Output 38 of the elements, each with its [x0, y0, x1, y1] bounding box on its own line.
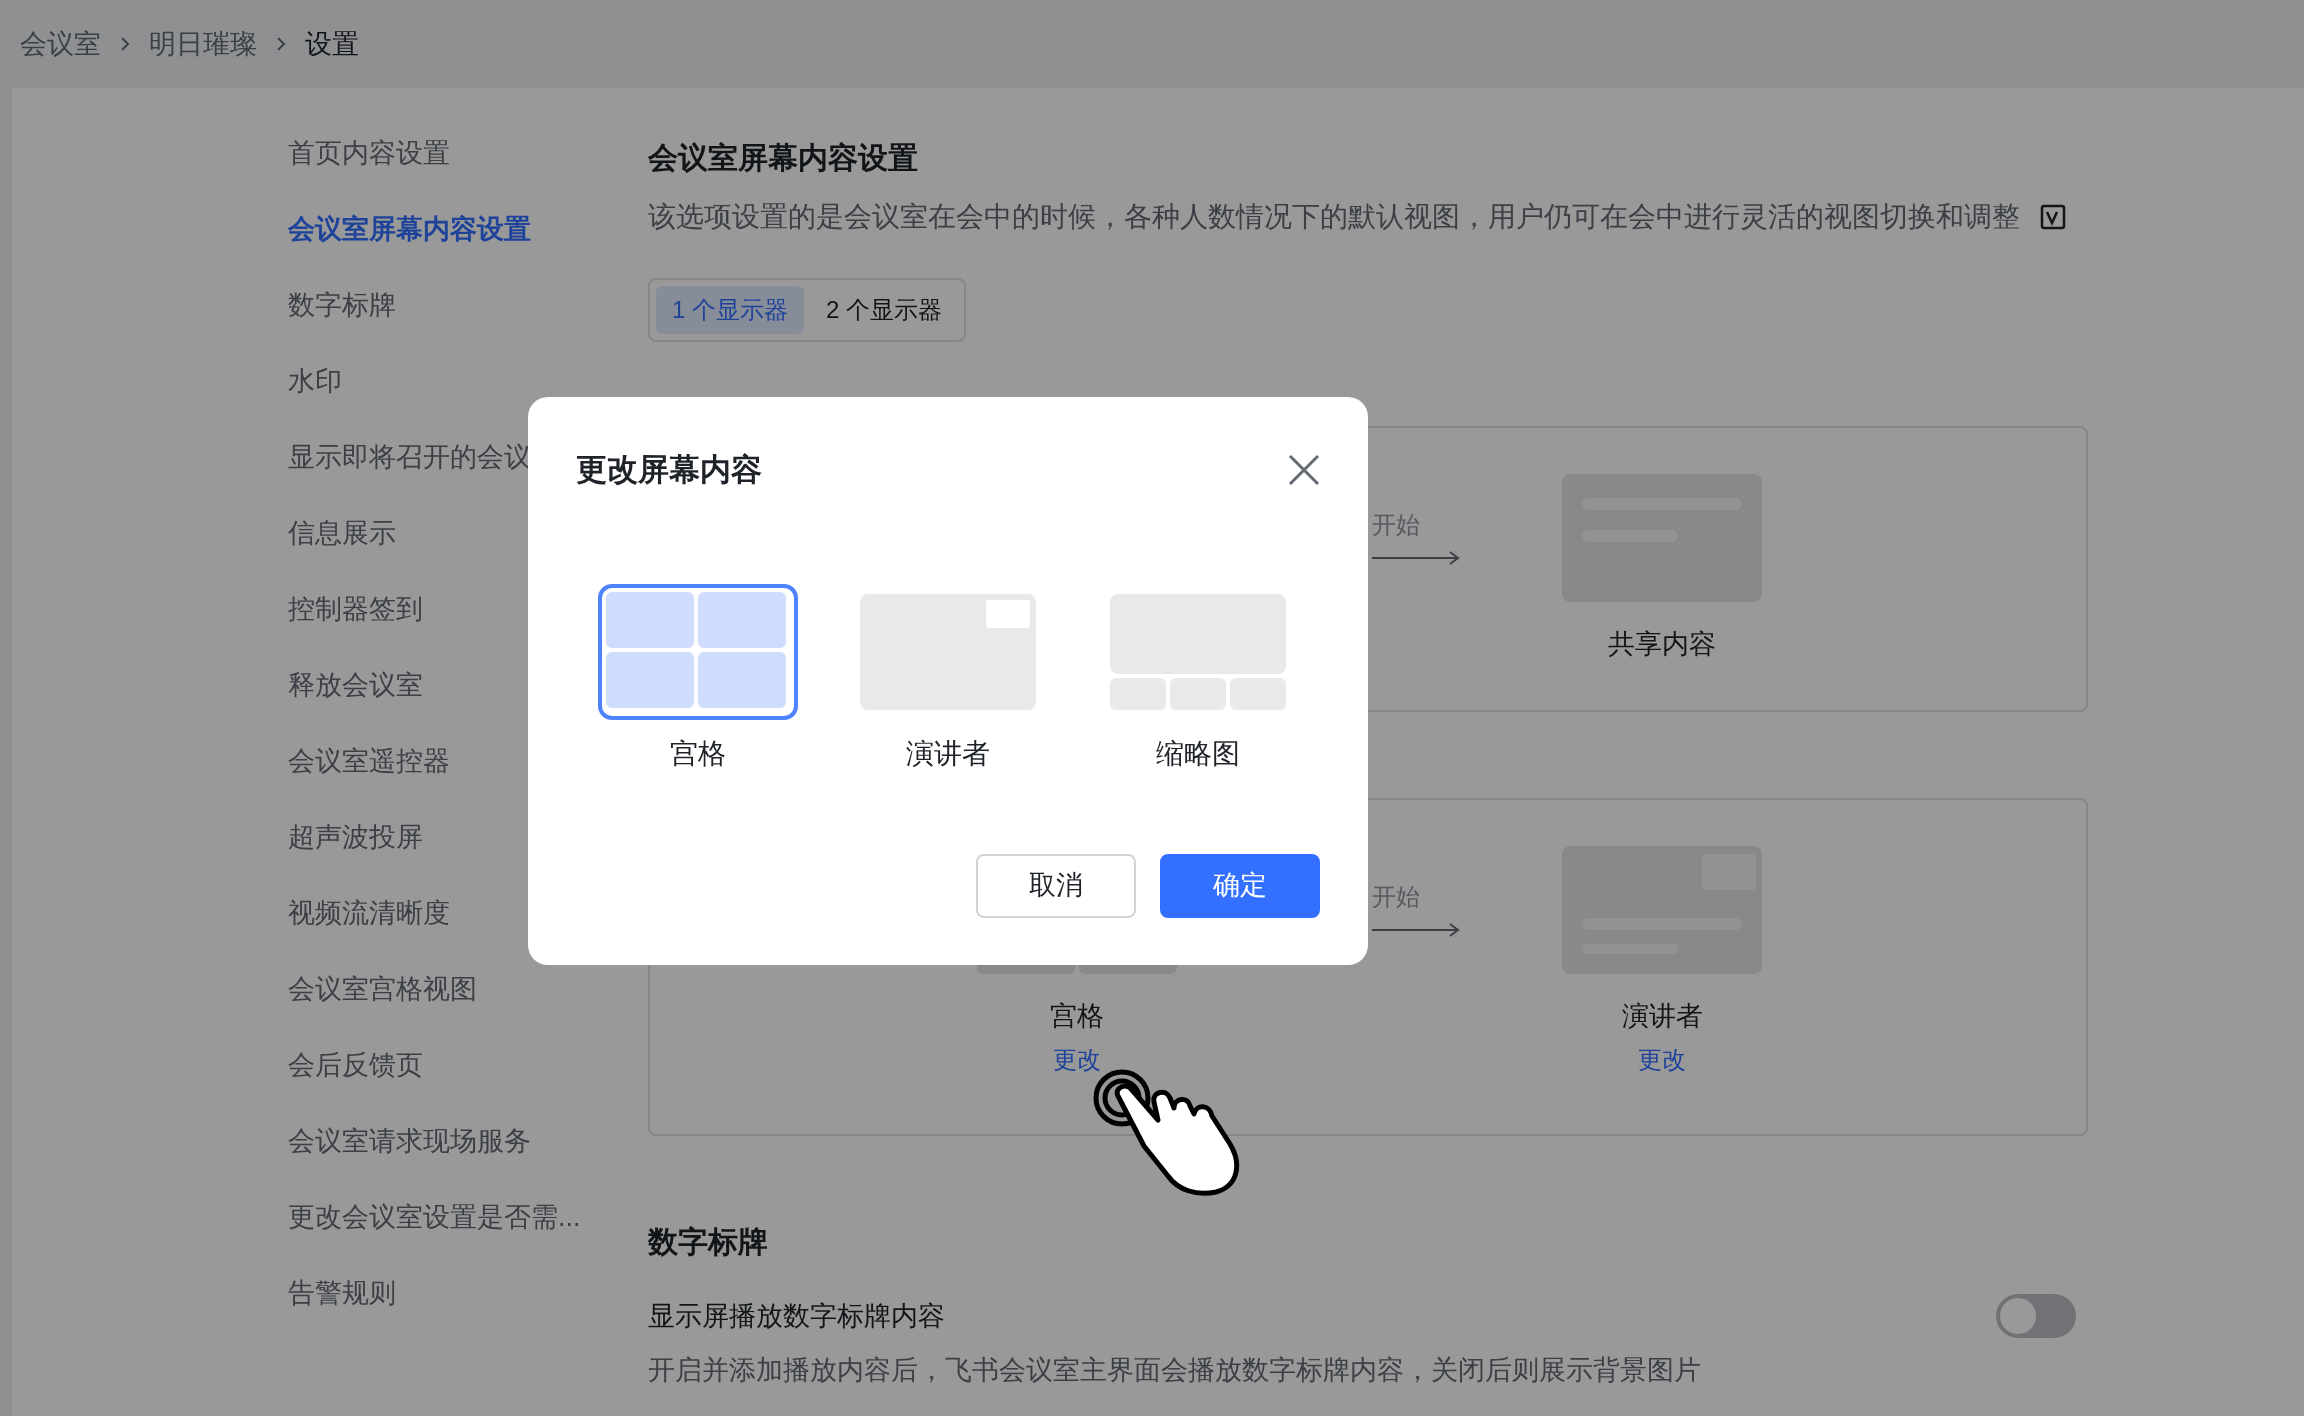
sidebar-item[interactable]: 更改会议室设置是否需...	[288, 1179, 648, 1255]
arrow-right-icon	[1372, 920, 1462, 940]
section-title: 会议室屏幕内容设置	[647, 140, 919, 176]
layout-label: 共享内容	[1608, 628, 1716, 661]
change-link[interactable]: 更改	[1638, 1044, 1686, 1076]
display-tab[interactable]: 1 个显示器	[656, 286, 804, 334]
sidebar-item[interactable]: 会后反馈页	[288, 1027, 648, 1103]
boxed-v-icon	[2040, 204, 2066, 230]
breadcrumb-link[interactable]: 会议室	[20, 23, 101, 65]
sidebar-item[interactable]: 告警规则	[288, 1255, 648, 1331]
section-description: 该选项设置的是会议室在会中的时候，各种人数情况下的默认视图，用户仍可在会中进行灵活的视图切换和调整	[648, 200, 2020, 234]
option-label: 宫格	[670, 736, 726, 771]
section-title: 数字标牌	[646, 1224, 769, 1260]
sidebar-item[interactable]: 水印	[288, 343, 648, 419]
arrow-right-icon	[1372, 548, 1462, 568]
layout-option[interactable]	[598, 583, 798, 720]
breadcrumb-link[interactable]: 明日璀璨	[149, 23, 257, 65]
breadcrumb-link[interactable]: 设置	[305, 23, 359, 65]
start-label: 开始	[1372, 882, 1421, 912]
layout-label: 演讲者	[1621, 1000, 1703, 1033]
display-tab[interactable]: 2 个显示器	[810, 286, 959, 334]
layout-label: 宫格	[1050, 1000, 1104, 1033]
option-label: 缩略图	[1156, 736, 1240, 771]
dialog-title: 更改屏幕内容	[576, 451, 762, 489]
setting-description: 开启并添加播放内容后，飞书会议室主界面会播放数字标牌内容，关闭后则展示背景图片	[647, 1354, 1702, 1387]
setting-label: 显示屏播放数字标牌内容	[648, 1299, 945, 1333]
sidebar-item[interactable]: 会议室屏幕内容设置	[288, 191, 648, 267]
option-label: 演讲者	[906, 736, 990, 771]
confirm-button[interactable]: 确定	[1160, 853, 1320, 918]
cancel-button[interactable]: 取消	[976, 853, 1136, 918]
close-icon	[1287, 453, 1321, 488]
change-link[interactable]: 更改	[1053, 1044, 1101, 1076]
sidebar-item[interactable]: 首页内容设置	[288, 115, 648, 191]
start-label: 开始	[1372, 510, 1421, 540]
sidebar-item[interactable]: 会议室请求现场服务	[288, 1103, 648, 1179]
sidebar-item[interactable]: 数字标牌	[288, 267, 648, 343]
sidebar-item[interactable]: 会议室宫格视图	[288, 951, 648, 1027]
toggle-switch[interactable]	[1996, 1294, 2076, 1338]
